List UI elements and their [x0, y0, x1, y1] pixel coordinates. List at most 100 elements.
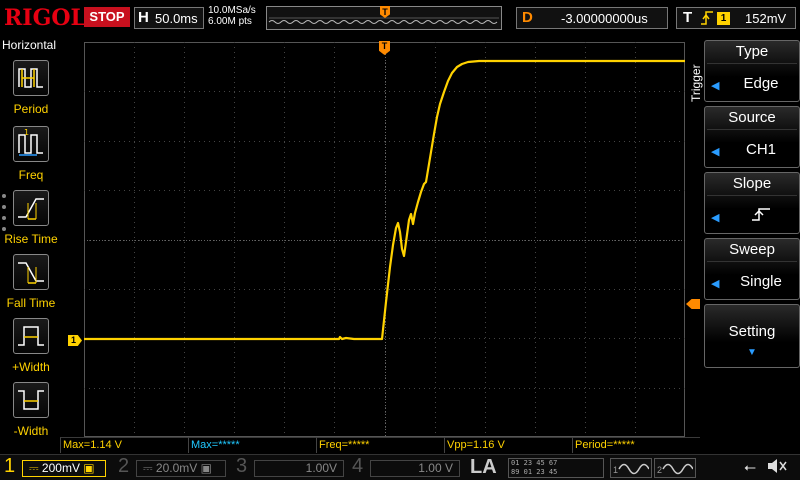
trigger-menu-tab[interactable]: Trigger	[688, 56, 703, 136]
softkey-slope[interactable]: Slope ◀	[704, 172, 800, 234]
left-arrow-icon: ◀	[711, 146, 720, 158]
svg-text:1: 1	[24, 128, 29, 137]
channel-status-bar: 1 ⎓ 200mV ▣ 2 ⎓ 20.0mV ▣ 3 1.00V 4 1.00 …	[0, 454, 800, 480]
softkey-setting[interactable]: Setting ▼	[704, 304, 800, 368]
ch1-offset-marker[interactable]: 1	[68, 335, 82, 346]
freq-icon: 1	[13, 126, 49, 162]
measure-neg-width[interactable]: -Width	[0, 378, 62, 442]
ch1-waveform-trace	[84, 59, 685, 341]
ch2-scale-value: 20.0mV	[155, 461, 198, 475]
grid-border	[84, 42, 685, 437]
ch2-bw-icon: ▣	[197, 461, 212, 475]
measure-label: Rise Time	[4, 232, 58, 246]
ch3-scale: 1.00V	[254, 460, 344, 477]
delay-letter: D	[522, 9, 533, 26]
speaker-muted-icon[interactable]	[766, 457, 788, 480]
trigger-readout[interactable]: T 1 152mV	[676, 7, 796, 29]
ch1-bw-icon: ▣	[79, 461, 95, 475]
channel-3-status[interactable]: 3 1.00V	[236, 455, 348, 479]
top-status-bar: RIGOL STOP H 50.0ms 10.0MSa/s 6.00M pts …	[0, 0, 800, 36]
measure-label: Freq	[18, 168, 44, 182]
ch4-number: 4	[352, 455, 364, 477]
waveform-display[interactable]	[84, 42, 685, 437]
measure-freq[interactable]: 1 Freq	[0, 122, 62, 186]
measure-label: -Width	[13, 424, 49, 438]
channel-1-status[interactable]: 1 ⎓ 200mV ▣	[4, 455, 112, 479]
softkey-slope-label: Slope	[732, 175, 772, 192]
ch2-number: 2	[118, 455, 130, 477]
period-icon	[13, 60, 49, 96]
trigger-source-badge: 1	[717, 12, 730, 25]
la-row-1: 01 23 45 67	[511, 459, 558, 467]
timebase-letter: H	[138, 9, 149, 26]
trigger-letter: T	[683, 9, 693, 26]
graticule	[84, 42, 685, 437]
ch2-scale: ⎓ 20.0mV ▣	[136, 460, 226, 477]
sample-rate: 10.0MSa/s	[208, 5, 256, 16]
memory-depth: 6.00M pts	[208, 16, 252, 27]
neg-width-icon	[13, 382, 49, 418]
pos-width-icon	[13, 318, 49, 354]
measure-label: +Width	[12, 360, 50, 374]
panel-title: Horizontal	[2, 38, 57, 52]
rising-edge-icon	[700, 10, 714, 29]
ch4-scale: 1.00 V	[370, 460, 460, 477]
left-arrow-icon: ◀	[711, 80, 720, 92]
measure-freq-result[interactable]: Freq=*****	[316, 437, 444, 453]
trigger-softkey-menu: Type ◀ Edge Source ◀ CH1 Slope ◀ Sweep ◀…	[704, 40, 800, 440]
ch1-scale-value: 200mV	[41, 461, 80, 475]
trigger-level-marker[interactable]	[686, 299, 700, 309]
measure-period[interactable]: Period	[0, 56, 62, 120]
generator-1[interactable]: 1	[610, 458, 652, 478]
sine-wave-icon	[662, 463, 693, 475]
measure-period-result[interactable]: Period=*****	[572, 437, 700, 453]
generator-2[interactable]: 2	[654, 458, 696, 478]
acquisition-info: 10.0MSa/s 6.00M pts	[208, 5, 256, 27]
measure-label: Period	[13, 102, 49, 116]
rise-time-icon	[13, 190, 49, 226]
ch1-coupling-icon: ⎓	[29, 461, 42, 475]
timebase-value: 50.0ms	[155, 11, 198, 26]
horizontal-measure-panel: Horizontal Period 1 Freq Rise Time Fall …	[0, 36, 62, 438]
measure-vpp[interactable]: Vpp=1.16 V	[444, 437, 572, 453]
usb-icon: ⭠	[744, 459, 757, 476]
measure-max-other[interactable]: Max=*****	[188, 437, 316, 453]
left-arrow-icon: ◀	[711, 212, 720, 224]
softkey-type-label: Type	[735, 43, 769, 60]
rising-slope-icon	[723, 204, 799, 228]
softkey-sweep[interactable]: Sweep ◀ Single	[704, 238, 800, 300]
measure-label: Fall Time	[6, 296, 56, 310]
logic-analyzer-label[interactable]: LA	[470, 456, 497, 479]
trigger-marker-label: T	[381, 41, 388, 51]
measure-pos-width[interactable]: +Width	[0, 314, 62, 378]
logic-channel-grid[interactable]: 01 23 45 67 89 01 23 45	[508, 458, 604, 478]
ch1-marker-label: 1	[71, 335, 77, 345]
softkey-sweep-label: Sweep	[729, 241, 775, 258]
down-arrow-icon: ▼	[747, 347, 757, 358]
trigger-tab-label: Trigger	[689, 64, 703, 102]
ch1-scale: ⎓ 200mV ▣	[22, 460, 106, 477]
measurement-results-bar: Max=1.14 V Max=***** Freq=***** Vpp=1.16…	[60, 437, 700, 453]
rigol-logo: RIGOL	[4, 5, 86, 31]
channel-4-status[interactable]: 4 1.00 V	[352, 455, 464, 479]
measure-rise-time[interactable]: Rise Time	[0, 186, 62, 250]
softkey-sweep-value: Single	[740, 273, 782, 290]
fall-time-icon	[13, 254, 49, 290]
channel-2-status[interactable]: 2 ⎓ 20.0mV ▣	[118, 455, 230, 479]
ch3-number: 3	[236, 455, 248, 477]
run-stop-status[interactable]: STOP	[84, 7, 130, 27]
ch2-coupling-icon: ⎓	[143, 461, 156, 475]
softkey-type-value: Edge	[743, 75, 779, 92]
softkey-source-value: CH1	[745, 141, 776, 158]
left-arrow-icon: ◀	[711, 278, 720, 290]
delay-readout[interactable]: D -3.00000000us	[516, 7, 668, 29]
trigger-level-value: 152mV	[745, 11, 787, 26]
softkey-source[interactable]: Source ◀ CH1	[704, 106, 800, 168]
delay-value: -3.00000000us	[561, 11, 648, 26]
measure-max-ch1[interactable]: Max=1.14 V	[60, 437, 188, 453]
softkey-source-label: Source	[728, 109, 776, 126]
softkey-setting-label: Setting	[728, 323, 776, 340]
softkey-type[interactable]: Type ◀ Edge	[704, 40, 800, 102]
timebase-readout[interactable]: H 50.0ms	[134, 7, 204, 29]
measure-fall-time[interactable]: Fall Time	[0, 250, 62, 314]
